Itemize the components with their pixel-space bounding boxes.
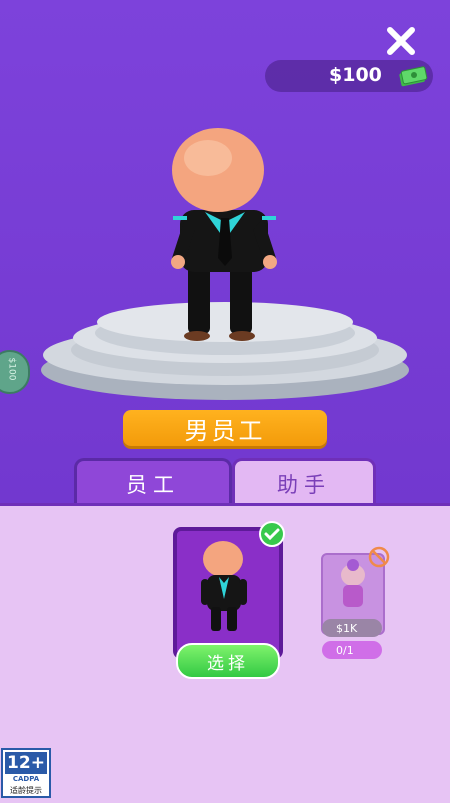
ad-progress-text: 0/1 <box>336 643 354 657</box>
cash-icon <box>399 66 428 87</box>
age-rating-tip: 适龄提示 <box>10 786 42 795</box>
lock-icon <box>368 546 390 568</box>
unlock-price-button[interactable]: $1K <box>322 619 382 637</box>
age-rating-label: 12+ <box>5 752 47 774</box>
close-icon[interactable] <box>382 22 420 60</box>
tab-staff[interactable]: 员工 <box>74 458 232 507</box>
money-amount: $100 <box>329 64 382 86</box>
character-preview <box>41 128 409 400</box>
ad-unlock-button[interactable]: 0/1 <box>322 641 382 659</box>
character-name-banner: 男员工 <box>123 410 327 446</box>
money-display: $100 <box>265 60 433 92</box>
age-rating-org: CADPA <box>12 775 40 783</box>
check-icon <box>259 521 285 547</box>
price-text: $1K <box>336 621 358 635</box>
age-rating-badge: 12+ CADPA 适龄提示 <box>1 748 51 798</box>
select-button[interactable]: 选择 <box>176 643 280 679</box>
tab-assistant[interactable]: 助手 <box>232 458 376 507</box>
